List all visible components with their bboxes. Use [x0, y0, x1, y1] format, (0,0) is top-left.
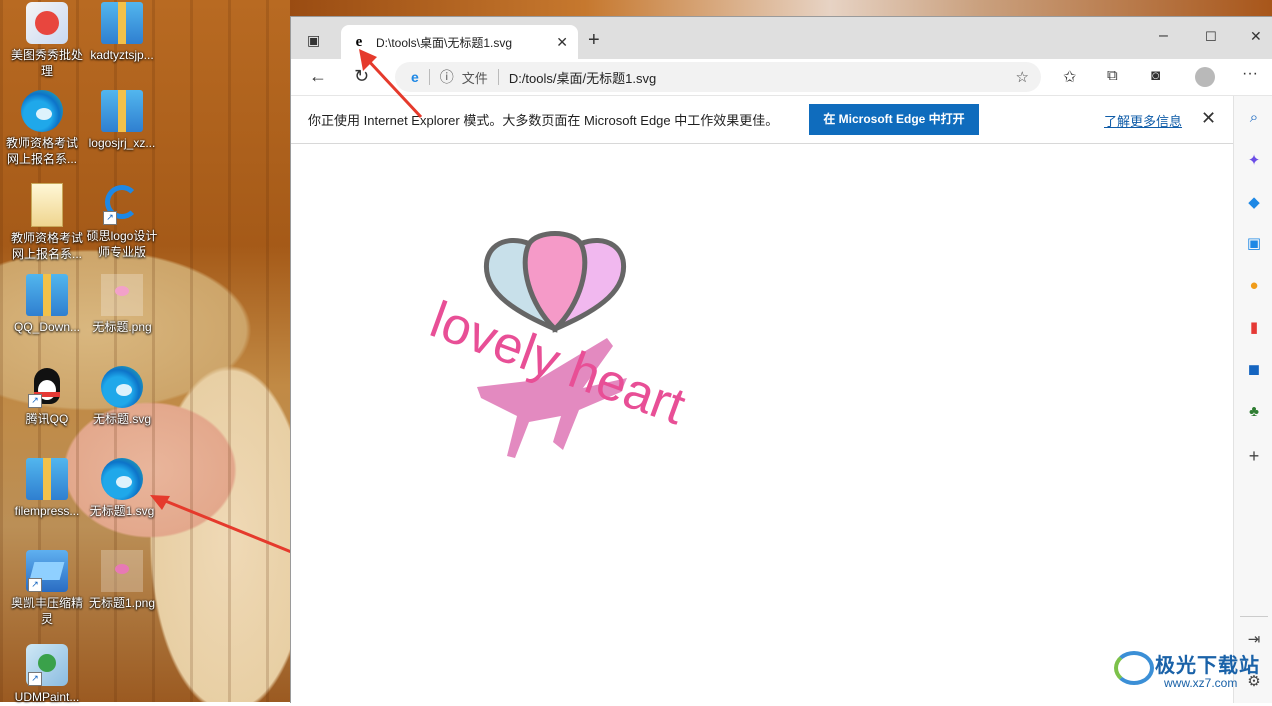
- desktop-icon-label: logosjrj_xz...: [88, 136, 156, 150]
- title-bar: ▣ e D:\tools\桌面\无标题1.svg ✕ + – ☐ ✕: [291, 17, 1272, 59]
- navigation-toolbar: ← ↻ e ⓘ 文件 D:/tools/桌面/无标题1.svg ☆ ✩ ⧉ ◙ …: [291, 59, 1272, 96]
- shortcut-arrow-icon: ↗: [28, 672, 42, 686]
- tools-icon[interactable]: ▣: [1246, 236, 1262, 252]
- games-icon[interactable]: ●: [1246, 278, 1262, 294]
- png-thumbnail-icon: [101, 274, 143, 316]
- edge-sidebar: ⌕ ✦ ◆ ▣ ● ▮ ◼ ♣ + ⇥ ⚙: [1233, 96, 1272, 703]
- copilot-icon[interactable]: ✦: [1246, 153, 1262, 169]
- desktop-icon-shuosi-logo[interactable]: ↗ 硕思logo设计师专业版: [83, 183, 161, 260]
- shortcut-arrow-icon: ↗: [28, 394, 42, 408]
- desktop-icon-label: 美图秀秀批处理: [10, 48, 83, 78]
- scheme-label: 文件: [461, 70, 488, 86]
- desktop-icon-logosjrj[interactable]: logosjrj_xz...: [83, 90, 161, 151]
- add-sidebar-app-icon[interactable]: +: [1246, 447, 1262, 465]
- desktop-icon-label: 腾讯QQ: [25, 412, 69, 426]
- edge-shortcut-icon: [21, 90, 63, 132]
- watermark-url: www.xz7.com: [1164, 676, 1238, 690]
- compressor-icon: ↗: [26, 550, 68, 592]
- add-favorite-icon[interactable]: ☆: [1016, 68, 1029, 86]
- sidebar-divider: [1240, 616, 1268, 617]
- back-icon[interactable]: ←: [309, 66, 327, 87]
- svg-viewer-content: lovely heart: [291, 144, 1233, 703]
- tree-icon[interactable]: ♣: [1246, 404, 1262, 420]
- window-close-icon[interactable]: ✕: [1250, 28, 1262, 45]
- document-icon: [31, 183, 63, 227]
- close-tab-icon[interactable]: ✕: [556, 34, 568, 51]
- shortcut-arrow-icon: ↗: [28, 578, 42, 592]
- desktop-icon-label: 无标题.png: [92, 320, 152, 334]
- desktop-icon-label: 教师资格考试网上报名系...: [10, 231, 83, 261]
- site-watermark: 极光下载站 www.xz7.com: [1112, 645, 1268, 695]
- shopping-tag-icon[interactable]: ◆: [1246, 195, 1262, 211]
- zip-archive-icon: [26, 458, 68, 500]
- new-tab-icon[interactable]: +: [588, 29, 600, 52]
- desktop-icon-label: 教师资格考试网上报名系...: [5, 136, 78, 166]
- desktop-icon-edu-doc[interactable]: 教师资格考试网上报名系...: [8, 183, 86, 262]
- desktop-icon-label: kadtyztsjp...: [90, 48, 154, 62]
- outlook-icon[interactable]: ◼: [1246, 362, 1262, 378]
- url-text[interactable]: D:/tools/桌面/无标题1.svg: [509, 68, 656, 87]
- desktop-icon-filempress[interactable]: filempress...: [8, 458, 86, 519]
- address-separator: [497, 69, 499, 85]
- address-bar[interactable]: e ⓘ 文件 D:/tools/桌面/无标题1.svg ☆: [395, 62, 1041, 92]
- edge-browser-window: ▣ e D:\tools\桌面\无标题1.svg ✕ + – ☐ ✕ ← ↻ e…: [290, 16, 1272, 703]
- shortcut-arrow-icon: ↗: [103, 211, 117, 225]
- zip-archive-icon: [26, 274, 68, 316]
- edge-file-icon: [101, 366, 143, 408]
- desktop-icon-label: QQ_Down...: [13, 320, 81, 334]
- desktop-icon-aokaifeng[interactable]: ↗ 奥凯丰压缩精灵: [8, 550, 86, 627]
- desktop-icon-wubiaoti-png[interactable]: 无标题.png: [83, 274, 161, 335]
- collections-icon[interactable]: ⧉: [1107, 67, 1118, 84]
- minimize-icon[interactable]: –: [1159, 27, 1168, 45]
- paint-app-icon: ↗: [26, 644, 68, 686]
- wallpaper-strip: [290, 0, 1272, 16]
- qq-penguin-icon: ↗: [26, 366, 68, 408]
- desktop-icon-udmpaint[interactable]: ↗ UDMPaint...: [8, 644, 86, 705]
- favorites-icon[interactable]: ✩: [1063, 67, 1076, 87]
- desktop-icon-label: 无标题.svg: [92, 412, 151, 426]
- desktop-icon-tencent-qq[interactable]: ↗ 腾讯QQ: [8, 366, 86, 427]
- annotation-arrow: [359, 49, 423, 119]
- watermark-title: 极光下载站: [1155, 653, 1260, 677]
- png-thumbnail-icon: [101, 550, 143, 592]
- open-in-edge-button[interactable]: 在 Microsoft Edge 中打开: [809, 104, 979, 135]
- profile-avatar-icon[interactable]: [1195, 67, 1215, 87]
- desktop-icon-kadtyztsjp[interactable]: kadtyztsjp...: [83, 2, 161, 63]
- desktop-icon-edu-edge[interactable]: 教师资格考试网上报名系...: [3, 90, 81, 167]
- desktop-icon-meitu[interactable]: 美图秀秀批处理: [8, 2, 86, 79]
- zip-archive-icon: [101, 90, 143, 132]
- desktop-icon-label: 无标题1.png: [88, 596, 156, 610]
- desktop-icon-label: filempress...: [14, 504, 80, 518]
- zip-archive-icon: [101, 2, 143, 44]
- desktop-icon-label: 硕思logo设计师专业版: [86, 229, 158, 259]
- lovely-heart-svg: lovely heart: [423, 231, 693, 458]
- learn-more-link[interactable]: 了解更多信息: [1104, 111, 1182, 130]
- more-menu-icon[interactable]: ···: [1242, 65, 1258, 83]
- desktop-icon-label: UDMPaint...: [14, 690, 80, 704]
- office-icon[interactable]: ▮: [1246, 320, 1262, 336]
- logo-designer-icon: ↗: [101, 183, 143, 225]
- maximize-icon[interactable]: ☐: [1205, 29, 1217, 45]
- edge-file-icon: [101, 458, 143, 500]
- desktop-icon-qq-down[interactable]: QQ_Down...: [8, 274, 86, 335]
- info-icon[interactable]: ⓘ: [440, 67, 454, 87]
- ie-mode-toggle-icon[interactable]: ◙: [1151, 67, 1160, 84]
- meitu-app-icon: [26, 2, 68, 44]
- desktop-icon-label: 奥凯丰压缩精灵: [10, 596, 83, 626]
- search-icon[interactable]: ⌕: [1246, 110, 1262, 126]
- tab-actions-icon[interactable]: ▣: [307, 32, 320, 49]
- desktop-icon-wubiaoti-svg[interactable]: 无标题.svg: [83, 366, 161, 427]
- watermark-logo-icon: [1114, 651, 1154, 685]
- infobar-close-icon[interactable]: ✕: [1201, 108, 1216, 129]
